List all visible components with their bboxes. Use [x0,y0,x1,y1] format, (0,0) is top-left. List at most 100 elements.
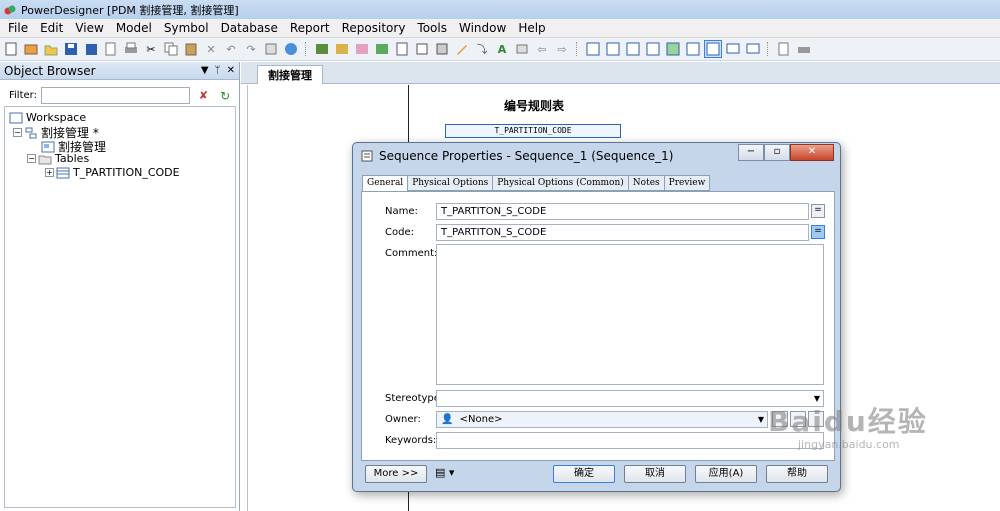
more-button[interactable]: More >> [365,465,427,483]
chevron-down-icon[interactable]: ▼ [814,391,820,406]
note-icon[interactable] [745,41,761,57]
browser-icon[interactable] [283,41,299,57]
report-print-icon[interactable] [796,41,812,57]
toolbar-separator [576,42,582,56]
new-file-icon[interactable] [3,41,19,57]
check-model-icon[interactable] [314,41,330,57]
collapse-icon[interactable]: − [27,154,36,163]
comment-icon[interactable] [725,41,741,57]
tab-physical-options[interactable]: Physical Options [407,175,494,191]
chevron-down-icon[interactable]: ▼ [758,412,764,427]
ok-button[interactable]: 确定 [553,465,615,483]
stereotype-combobox[interactable]: ▼ [436,390,824,407]
properties-icon[interactable] [263,41,279,57]
owner-combobox[interactable]: 👤 <None> ▼ [436,411,768,428]
new-model-icon[interactable] [23,41,39,57]
menu-tools[interactable]: Tools [411,21,453,35]
document-tab-strip: 割接管理 [241,62,1000,84]
edit-icon[interactable] [394,41,410,57]
print-preview-icon[interactable] [103,41,119,57]
minimize-icon[interactable]: − [738,144,764,161]
refresh-filter-icon[interactable]: ↻ [217,88,233,104]
keywords-field[interactable] [436,432,824,449]
paste-icon[interactable] [183,41,199,57]
menu-database[interactable]: Database [215,21,284,35]
tab-preview[interactable]: Preview [663,175,711,191]
menu-bar: File Edit View Model Symbol Database Rep… [0,19,1000,38]
layout-icon[interactable] [414,41,430,57]
arrow-left-icon[interactable]: ⇦ [534,41,550,57]
align-left-icon[interactable] [585,41,601,57]
menu-report[interactable]: Report [284,21,336,35]
save-all-icon[interactable] [83,41,99,57]
menu-help[interactable]: Help [512,21,551,35]
maximize-icon[interactable]: ▫ [764,144,790,161]
tree-workspace[interactable]: Workspace [9,111,86,124]
tree-tables-folder[interactable]: − Tables [27,152,89,165]
code-field[interactable]: T_PARTITON_S_CODE [436,224,809,241]
save-icon[interactable] [63,41,79,57]
tree-tables-label: Tables [55,152,90,165]
open-folder-icon[interactable] [43,41,59,57]
text-color-icon[interactable]: A [494,41,510,57]
redo-icon[interactable]: ↷ [243,41,259,57]
arrow-right-icon[interactable]: ⇨ [554,41,570,57]
pin-icon[interactable]: ᛘ [215,65,221,76]
toolbar-separator [767,42,773,56]
align-top-icon[interactable] [645,41,661,57]
object-browser-panel: Object Browser ▼ ᛘ ✕ Filter: ✘ ↻ Workspa… [0,62,240,511]
panel-close-icon[interactable]: ✕ [227,65,235,76]
tab-physical-options-common[interactable]: Physical Options (Common) [492,175,629,191]
clear-filter-icon[interactable]: ✘ [196,88,212,104]
grid-icon[interactable] [434,41,450,57]
name-edit-button[interactable]: = [811,204,825,218]
object-browser-header: Object Browser ▼ ᛘ ✕ [0,62,239,80]
cut-icon[interactable]: ✂ [143,41,159,57]
zoom-icon[interactable] [704,40,722,58]
copy-icon[interactable] [163,41,179,57]
align-center-icon[interactable] [605,41,621,57]
tree-table[interactable]: + T_PARTITION_CODE [45,166,180,179]
dialog-titlebar[interactable]: Sequence Properties - Sequence_1 (Sequen… [353,143,840,168]
menu-window[interactable]: Window [453,21,512,35]
align-right-icon[interactable] [625,41,641,57]
object-browser-title: Object Browser [4,63,96,78]
name-field[interactable]: T_PARTITON_S_CODE [436,203,809,220]
menu-edit[interactable]: Edit [34,21,69,35]
fill-icon[interactable] [514,41,530,57]
palette-icon[interactable] [334,41,350,57]
cancel-button[interactable]: 取消 [624,465,686,483]
filter-input[interactable] [40,87,190,104]
menu-repository[interactable]: Repository [336,21,412,35]
find-icon[interactable] [354,41,370,57]
menu-file[interactable]: File [2,21,34,35]
undo-icon[interactable]: ↶ [223,41,239,57]
pencil-icon[interactable] [454,41,470,57]
close-icon[interactable]: ✕ [790,144,834,161]
tab-diagram[interactable]: 割接管理 [257,65,323,84]
format-icon[interactable]: ⤵ [474,41,490,57]
expand-icon[interactable]: + [45,168,54,177]
owner-properties-button[interactable] [808,411,824,427]
menu-symbol[interactable]: Symbol [158,21,215,35]
align-middle-icon[interactable] [665,41,681,57]
report-preview-icon[interactable] [776,41,792,57]
print-icon[interactable] [123,41,139,57]
comment-textarea[interactable] [436,244,824,385]
apply-button[interactable]: 应用(A) [695,465,757,483]
menu-view[interactable]: View [69,21,109,35]
code-edit-button[interactable]: = [811,225,825,239]
table-symbol[interactable]: T_PARTITION_CODE [445,124,621,138]
align-bottom-icon[interactable] [685,41,701,57]
collapse-icon[interactable]: − [13,128,22,137]
tab-notes[interactable]: Notes [627,175,665,191]
model-icon [25,127,37,138]
select-owner-button[interactable] [790,411,806,427]
create-owner-button[interactable] [772,411,788,427]
refresh-icon[interactable] [374,41,390,57]
menu-dropdown-icon[interactable]: ▤ ▾ [435,466,454,479]
help-button[interactable]: 帮助 [766,465,828,483]
panel-menu-icon[interactable]: ▼ [201,65,209,76]
delete-icon[interactable]: ✕ [203,41,219,57]
menu-model[interactable]: Model [110,21,158,35]
